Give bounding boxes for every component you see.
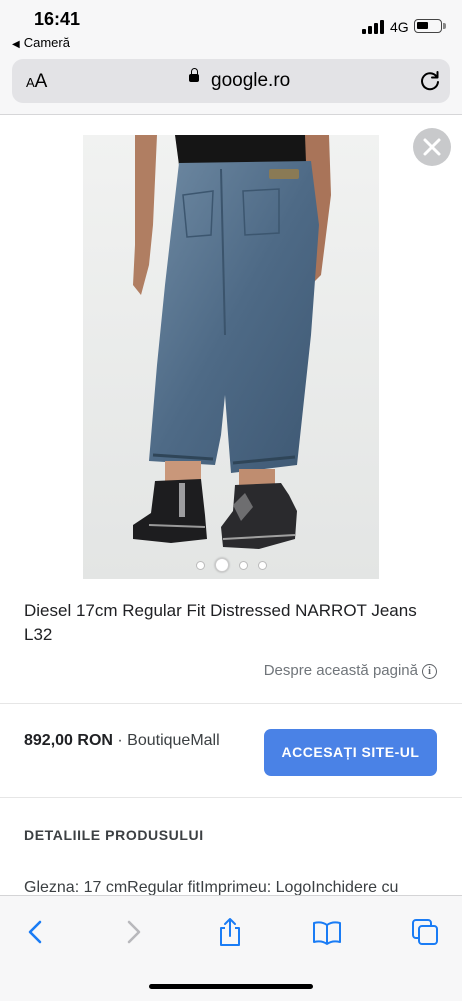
image-carousel-dots[interactable]	[83, 558, 379, 572]
back-to-app-link[interactable]: ◀ Cameră	[12, 35, 70, 50]
signal-icon	[362, 20, 384, 34]
text-size-button[interactable]: AA	[26, 71, 47, 93]
about-page-link[interactable]: Despre această pagină i	[264, 662, 437, 679]
divider	[0, 797, 462, 798]
battery-icon	[414, 19, 446, 33]
carousel-dot-active[interactable]	[214, 558, 229, 572]
visit-site-button[interactable]: ACCESAȚI SITE-UL	[264, 729, 437, 776]
carousel-dot[interactable]	[195, 560, 205, 570]
back-icon[interactable]	[19, 916, 51, 948]
address-bar-container: AA google.ro	[0, 56, 462, 115]
reload-icon[interactable]	[418, 69, 442, 93]
carousel-dot[interactable]	[238, 560, 248, 570]
product-image[interactable]	[83, 135, 379, 579]
close-icon	[423, 138, 441, 156]
about-page-label: Despre această pagină	[263, 662, 418, 679]
web-page: Diesel 17cm Regular Fit Distressed NARRO…	[0, 115, 462, 895]
forward-icon[interactable]	[118, 916, 150, 948]
network-type: 4G	[390, 19, 409, 35]
home-indicator[interactable]	[149, 984, 313, 989]
divider	[0, 703, 462, 704]
back-triangle-icon: ◀	[12, 39, 20, 50]
close-button[interactable]	[413, 128, 451, 166]
price-separator: ·	[112, 732, 128, 749]
jeans-photo	[83, 135, 379, 579]
price-row: 892,00 RON · BoutiqueMall	[24, 732, 220, 750]
product-details-heading: DETALIILE PRODUSULUI	[24, 827, 204, 843]
info-icon: i	[422, 663, 437, 679]
url-domain: google.ro	[211, 70, 291, 91]
share-icon[interactable]	[214, 916, 246, 948]
address-bar[interactable]: AA google.ro	[12, 59, 450, 103]
tabs-icon[interactable]	[409, 916, 441, 948]
bookmarks-icon[interactable]	[311, 916, 343, 948]
product-details-text: Glezna: 17 cmRegular fitImprimeu: LogoIn…	[24, 879, 399, 895]
carousel-dot[interactable]	[257, 560, 267, 570]
back-app-label: Cameră	[23, 35, 70, 50]
product-title: Diesel 17cm Regular Fit Distressed NARRO…	[24, 601, 417, 644]
store-name: BoutiqueMall	[127, 732, 220, 749]
lock-icon	[189, 68, 199, 82]
product-price: 892,00 RON	[24, 732, 113, 749]
safari-toolbar	[0, 895, 462, 1001]
status-time: 16:41	[34, 9, 81, 29]
status-bar: 16:41 ◀ Cameră 4G	[0, 0, 462, 56]
